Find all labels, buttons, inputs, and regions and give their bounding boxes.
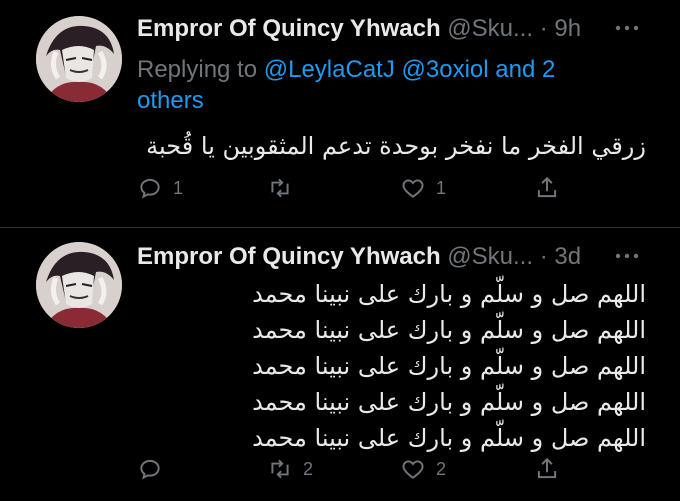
avatar[interactable]	[36, 16, 122, 102]
timestamp[interactable]: 3d	[554, 243, 581, 270]
reply-icon	[140, 459, 160, 480]
tweet-text-line: اللهم صل و سلّم و بارك على نبينا محمد	[252, 424, 646, 452]
share-icon	[537, 176, 557, 198]
tweet-text-line: اللهم صل و سلّم و بارك على نبينا محمد	[252, 388, 646, 416]
avatar-image	[36, 16, 122, 102]
tweet-text-line: اللهم صل و سلّم و بارك على نبينا محمد	[252, 352, 646, 380]
reply-and: and	[488, 56, 542, 83]
retweet-icon	[271, 459, 289, 479]
reply-count: 1	[173, 177, 184, 198]
author-handle[interactable]: @Sku...	[447, 15, 533, 42]
reply-icon	[140, 178, 160, 199]
replying-to: Replying to @LeylaCatJ @3oxiol and 2 oth…	[137, 54, 617, 116]
retweet-icon	[271, 178, 289, 198]
separator-dot: ·	[539, 15, 548, 42]
like-button[interactable]: 2	[400, 454, 446, 484]
reply-button[interactable]	[137, 454, 173, 484]
author-name[interactable]: Empror Of Quincy Yhwach	[137, 15, 441, 42]
retweet-button[interactable]: 2	[267, 454, 313, 484]
retweet-button[interactable]	[267, 173, 303, 203]
author-handle[interactable]: @Sku...	[447, 243, 533, 270]
avatar[interactable]	[36, 242, 122, 328]
more-horizontal-icon[interactable]	[614, 244, 640, 273]
tweet[interactable]: Empror Of Quincy Yhwach @Sku... · 3d الل…	[0, 228, 680, 501]
tweet-header: Empror Of Quincy Yhwach @Sku... · 3d	[137, 242, 581, 272]
like-count: 2	[436, 458, 447, 479]
tweet-actions: 2 2	[137, 454, 557, 484]
like-icon	[402, 460, 424, 479]
share-button[interactable]	[534, 454, 560, 484]
tweet-actions: 1 1	[137, 173, 557, 203]
tweet-header: Empror Of Quincy Yhwach @Sku... · 9h	[137, 14, 581, 44]
tweet-text-line: اللهم صل و سلّم و بارك على نبينا محمد	[252, 316, 646, 344]
timestamp[interactable]: 9h	[554, 15, 581, 42]
share-icon	[537, 457, 557, 479]
tweet-text-line: زرقي الفخر ما نفخر بوحدة تدعم المثقوبين …	[146, 132, 646, 160]
tweet-text: اللهم صل و سلّم و بارك على نبينا محمد ال…	[252, 276, 646, 456]
replying-to-label: Replying to	[137, 56, 264, 83]
like-icon	[402, 179, 424, 198]
more-horizontal-icon[interactable]	[614, 16, 640, 45]
separator-dot: ·	[539, 243, 548, 270]
tweet-text-line: اللهم صل و سلّم و بارك على نبينا محمد	[252, 280, 646, 308]
tweet[interactable]: Empror Of Quincy Yhwach @Sku... · 9h Rep…	[0, 0, 680, 227]
like-count: 1	[436, 177, 447, 198]
reply-button[interactable]: 1	[137, 173, 183, 203]
author-name[interactable]: Empror Of Quincy Yhwach	[137, 243, 441, 270]
like-button[interactable]: 1	[400, 173, 446, 203]
reply-mentions[interactable]: @LeylaCatJ @3oxiol	[264, 56, 489, 83]
tweet-text: زرقي الفخر ما نفخر بوحدة تدعم المثقوبين …	[146, 128, 646, 164]
share-button[interactable]	[534, 173, 560, 203]
avatar-image	[36, 242, 122, 328]
retweet-count: 2	[303, 458, 314, 479]
